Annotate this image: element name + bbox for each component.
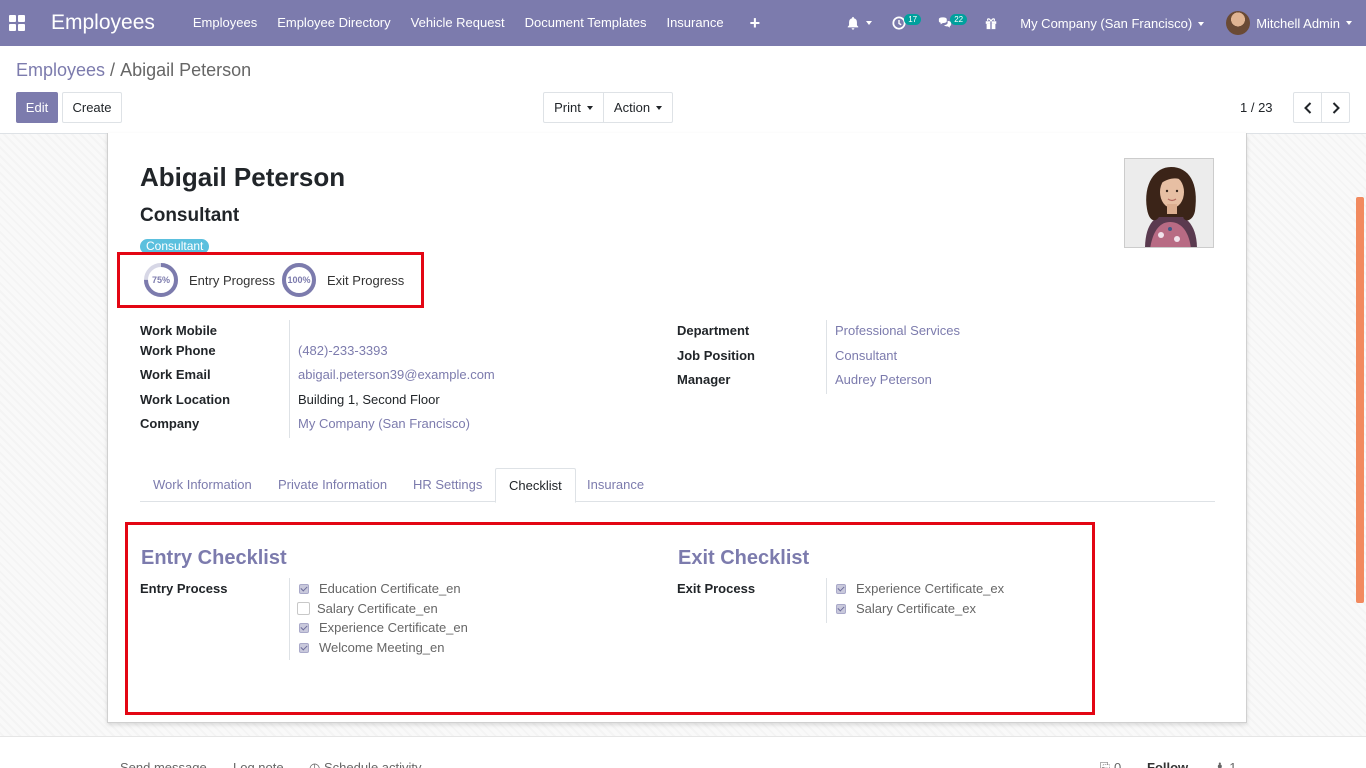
department-value[interactable]: Professional Services — [835, 323, 960, 338]
scrollbar-thumb[interactable] — [1356, 197, 1364, 603]
chevron-down-icon — [866, 21, 873, 25]
apps-menu-icon[interactable] — [0, 0, 34, 46]
user-name: Mitchell Admin — [1256, 15, 1340, 31]
left-fields-divider — [289, 320, 290, 438]
app-brand[interactable]: Employees — [51, 11, 155, 35]
work-email-value[interactable]: abigail.peterson39@example.com — [298, 367, 495, 382]
schedule-activity-label: Schedule activity — [323, 760, 422, 768]
create-button[interactable]: Create — [62, 92, 122, 123]
menu-employee-directory[interactable]: Employee Directory — [267, 0, 400, 46]
progress-highlight-box — [117, 252, 424, 308]
log-note-button[interactable]: Log note — [233, 760, 284, 768]
work-phone-label: Work Phone — [140, 343, 216, 358]
paperclip-icon: ⎘ — [1100, 760, 1111, 768]
checklist-highlight-box — [125, 522, 1095, 715]
user-menu[interactable]: Mitchell Admin — [1216, 11, 1366, 35]
form-tabs: Work Information Private Information HR … — [140, 468, 1215, 503]
top-navbar: Employees Employees Employee Directory V… — [0, 0, 1366, 46]
chevron-down-icon — [586, 105, 593, 110]
menu-document-templates[interactable]: Document Templates — [515, 0, 657, 46]
company-switcher[interactable]: My Company (San Francisco) — [1008, 16, 1216, 31]
work-email-label: Work Email — [140, 367, 211, 382]
tab-work-information[interactable]: Work Information — [140, 468, 265, 502]
add-menu-plus-icon[interactable]: + — [738, 0, 773, 46]
print-dropdown-button[interactable]: Print — [543, 92, 604, 123]
notification-bell[interactable] — [836, 0, 882, 46]
job-position-label: Job Position — [677, 348, 755, 363]
work-location-label: Work Location — [140, 392, 231, 407]
message-count-badge: 22 — [950, 14, 968, 25]
tab-insurance[interactable]: Insurance — [574, 468, 657, 502]
work-mobile-label: Work Mobile — [140, 323, 218, 338]
followers-count: 1 — [1229, 760, 1237, 768]
attachments-count: 0 — [1114, 760, 1122, 768]
attachments-counter[interactable]: ⎘ 0 — [1100, 760, 1121, 768]
menu-employees[interactable]: Employees — [183, 0, 267, 46]
chevron-right-icon — [1332, 101, 1340, 114]
messaging-menu[interactable]: 22 — [928, 0, 974, 46]
chevron-down-icon — [1346, 21, 1352, 25]
pager-next-button[interactable] — [1321, 92, 1350, 123]
main-menu: Employees Employee Directory Vehicle Req… — [183, 0, 772, 46]
action-label: Action — [613, 100, 651, 115]
company-name: My Company (San Francisco) — [1020, 15, 1193, 31]
user-avatar — [1226, 11, 1251, 35]
action-dropdown-button[interactable]: Action — [603, 92, 673, 123]
tab-hr-settings[interactable]: HR Settings — [400, 468, 495, 502]
pager-previous-button[interactable] — [1293, 92, 1322, 123]
gift-icon — [985, 18, 997, 30]
followers-counter[interactable]: ♟ 1 — [1214, 760, 1237, 768]
edit-button[interactable]: Edit — [16, 92, 58, 123]
clock-icon: ◷ — [309, 760, 321, 768]
activity-count-badge: 17 — [904, 14, 922, 25]
work-phone-value[interactable]: (482)-233-3393 — [298, 343, 388, 358]
manager-label: Manager — [677, 372, 731, 387]
activity-menu[interactable]: 17 — [882, 0, 928, 46]
schedule-activity-button[interactable]: ◷ Schedule activity — [309, 760, 422, 768]
menu-insurance[interactable]: Insurance — [656, 0, 733, 46]
tab-checklist[interactable]: Checklist — [495, 468, 576, 503]
company-label: Company — [140, 416, 200, 431]
chevron-down-icon — [1198, 22, 1205, 27]
systray: 17 22 My Company (San Francisco) Mitchel… — [836, 0, 1366, 46]
chevron-left-icon — [1303, 101, 1311, 114]
breadcrumb-employees-link[interactable]: Employees — [16, 60, 105, 80]
work-location-value: Building 1, Second Floor — [298, 392, 440, 407]
breadcrumb-current: Abigail Peterson — [120, 60, 252, 80]
breadcrumb-separator: / — [110, 60, 116, 80]
follow-button[interactable]: Follow — [1147, 760, 1188, 768]
chevron-down-icon — [656, 105, 663, 110]
bell-icon — [847, 16, 859, 30]
manager-value[interactable]: Audrey Peterson — [835, 372, 932, 387]
tab-private-information[interactable]: Private Information — [265, 468, 400, 502]
menu-vehicle-request[interactable]: Vehicle Request — [401, 0, 515, 46]
department-label: Department — [677, 323, 750, 338]
employee-job-title: Consultant — [140, 205, 240, 226]
employee-photo-image — [1125, 159, 1213, 247]
right-fields-divider — [826, 320, 827, 394]
job-position-value[interactable]: Consultant — [835, 348, 897, 363]
print-label: Print — [554, 100, 581, 115]
person-icon: ♟ — [1214, 760, 1226, 768]
pager-value[interactable]: 1 / 23 — [1240, 100, 1273, 115]
employee-name: Abigail Peterson — [140, 162, 346, 192]
employee-photo[interactable] — [1124, 158, 1214, 248]
gift-menu[interactable] — [974, 0, 1008, 46]
breadcrumb: Employees / Abigail Peterson — [16, 60, 251, 81]
send-message-button[interactable]: Send message — [120, 760, 207, 768]
company-value[interactable]: My Company (San Francisco) — [298, 416, 470, 431]
